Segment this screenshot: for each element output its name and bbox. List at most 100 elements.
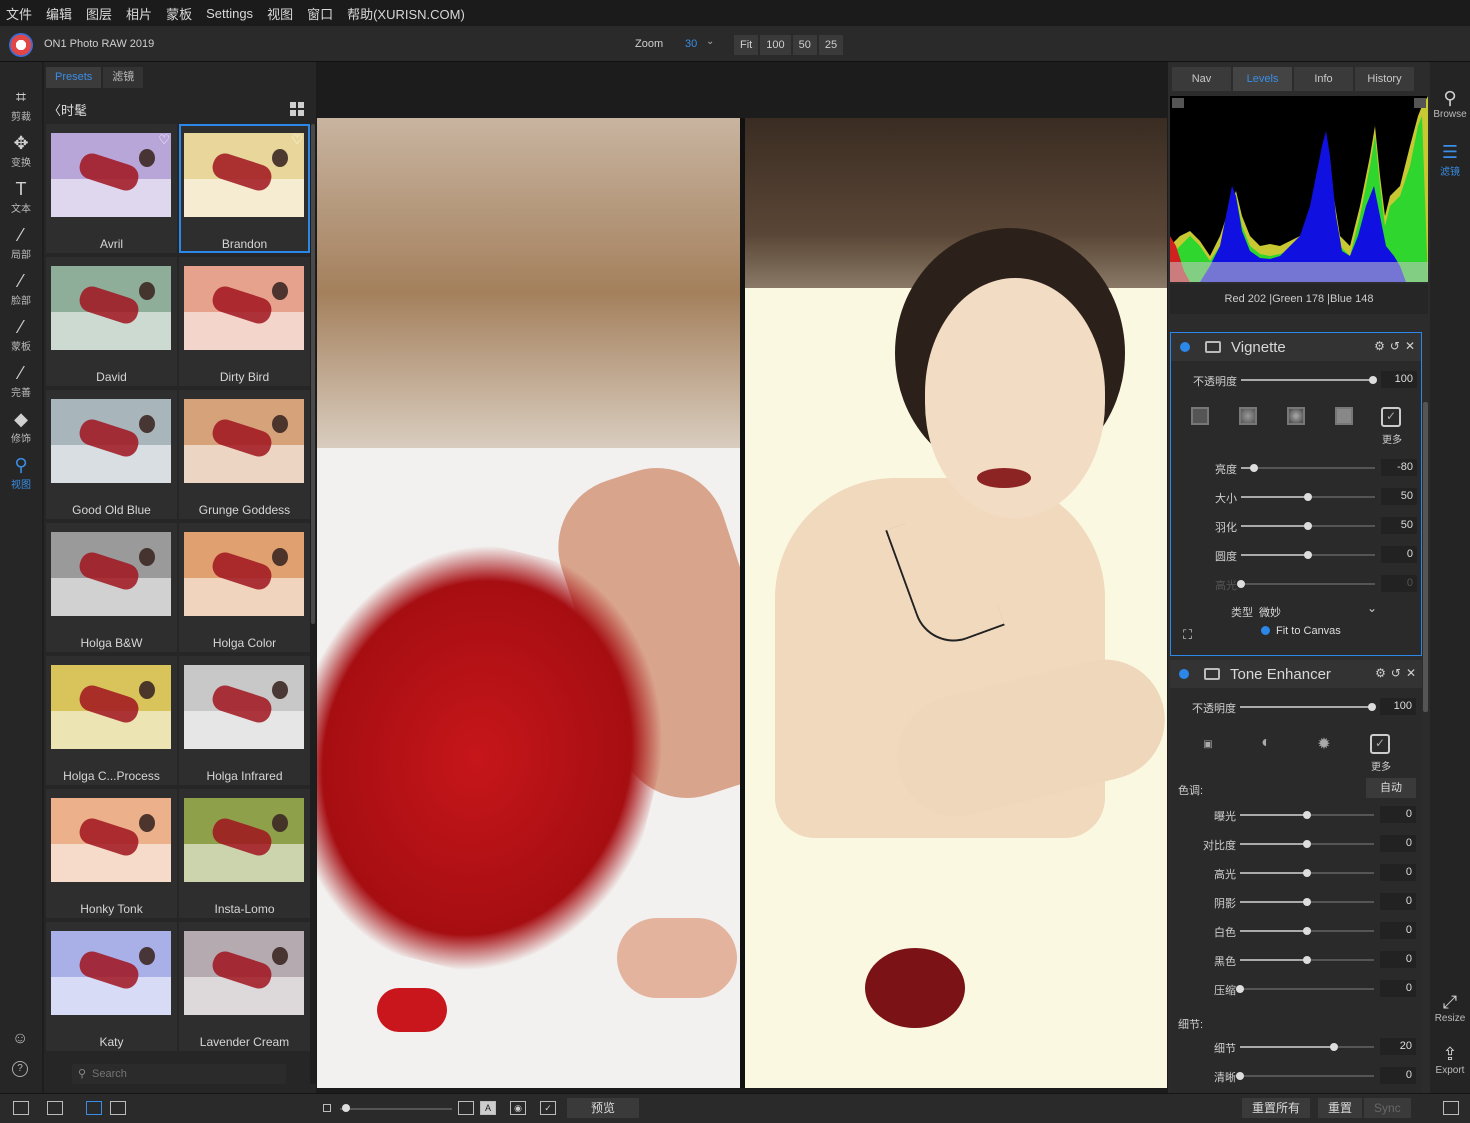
slider-knob[interactable] <box>1304 493 1312 501</box>
auto-camera-icon[interactable]: ▣ <box>1196 734 1220 758</box>
menu-item[interactable]: 视图 <box>267 4 293 23</box>
vignette-type[interactable]: 类型 微妙 ⌄ <box>1171 601 1423 621</box>
slider-track[interactable] <box>1240 840 1374 848</box>
vignette-shape-3-icon[interactable] <box>1287 407 1305 425</box>
menu-item[interactable]: 蒙板 <box>166 4 192 23</box>
preset-thumbnail[interactable]: David <box>46 257 177 386</box>
preset-thumbnail[interactable]: Holga Color <box>179 523 310 652</box>
image-canvas[interactable] <box>316 62 1168 1093</box>
slider-knob[interactable] <box>1236 1072 1244 1080</box>
gear-icon[interactable]: ⚙ <box>1375 666 1386 680</box>
slider-row[interactable]: 压缩 0 <box>1170 978 1422 1000</box>
slider-value[interactable]: 0 <box>1380 922 1416 939</box>
highlight-clip-icon[interactable] <box>1414 98 1426 108</box>
camera-icon[interactable] <box>1205 341 1221 353</box>
compare-icon[interactable]: ✓ <box>540 1101 556 1115</box>
slider-value[interactable]: 0 <box>1380 1067 1416 1084</box>
slider-track[interactable] <box>1236 985 1374 993</box>
slider-row[interactable]: 大小 50 <box>1171 486 1423 508</box>
slider-value[interactable]: 0 <box>1381 546 1417 563</box>
browse-button[interactable]: ⚲ Browse <box>1430 88 1470 120</box>
slider-knob[interactable] <box>1329 1043 1338 1051</box>
slider-track[interactable] <box>1240 1043 1374 1051</box>
filmstrip-icon[interactable] <box>47 1101 63 1115</box>
slider-value[interactable]: 20 <box>1380 1038 1416 1055</box>
slider-value[interactable]: 50 <box>1381 488 1417 505</box>
slider-row[interactable]: 清晰 0 <box>1170 1065 1422 1087</box>
opacity-slider[interactable]: 不透明度 100 <box>1171 369 1423 391</box>
tab-presets[interactable]: Presets <box>46 67 102 88</box>
fit-frame-icon[interactable]: ⛶ <box>1183 627 1192 643</box>
user-icon[interactable]: ☺ <box>12 1030 28 1048</box>
slider-knob[interactable] <box>1303 869 1311 877</box>
slider-knob[interactable] <box>1250 464 1259 472</box>
fit-to-canvas[interactable]: Fit to Canvas <box>1261 625 1341 637</box>
tab-levels[interactable]: Levels <box>1233 67 1292 91</box>
reset-icon[interactable]: ↺ <box>1390 339 1400 353</box>
slider-row[interactable]: 羽化 50 <box>1171 515 1423 537</box>
zoom-value[interactable]: 30 <box>685 38 697 50</box>
reset-icon[interactable]: ↺ <box>1391 666 1401 680</box>
slider-track[interactable] <box>1241 493 1375 501</box>
menu-item[interactable]: 文件 <box>6 4 32 23</box>
slider-row[interactable]: 高光 0 <box>1171 573 1423 595</box>
preview-slider[interactable] <box>340 1108 452 1110</box>
search-input[interactable] <box>92 1066 277 1082</box>
filter-button[interactable]: ☰ 滤镜 <box>1430 142 1470 178</box>
opacity-slider[interactable]: 不透明度 100 <box>1170 696 1422 718</box>
more-icon[interactable]: ✓ <box>1381 407 1401 427</box>
before-image[interactable] <box>317 118 740 1088</box>
slider-value[interactable]: 0 <box>1380 835 1416 852</box>
sun-icon[interactable]: ✹ <box>1312 734 1336 758</box>
favorite-heart-icon[interactable]: ♡ <box>291 132 303 148</box>
preset-thumbnail[interactable]: Holga B&W <box>46 523 177 652</box>
slider-value[interactable]: 0 <box>1380 980 1416 997</box>
reset-button[interactable]: 重置 <box>1318 1098 1363 1118</box>
panel-toggle-icon[interactable] <box>13 1101 29 1115</box>
enable-toggle[interactable] <box>1180 342 1190 352</box>
preset-thumbnail[interactable]: Holga C...Process <box>46 656 177 785</box>
tool-crop[interactable]: ⌗ 剪裁 <box>0 86 42 123</box>
tool-retouch[interactable]: ◆ 修饰 <box>0 408 42 445</box>
slider-row[interactable]: 高光 0 <box>1170 862 1422 884</box>
slider-knob[interactable] <box>1303 927 1311 935</box>
slider-track[interactable] <box>1240 898 1374 906</box>
slider-knob[interactable] <box>1237 580 1245 588</box>
preset-breadcrumb[interactable]: 〈时髦 <box>48 100 87 119</box>
close-icon[interactable]: ✕ <box>1406 666 1416 680</box>
menu-item[interactable]: Settings <box>206 6 253 21</box>
slider-knob[interactable] <box>1236 985 1244 993</box>
slider-value[interactable]: 0 <box>1380 806 1416 823</box>
enable-toggle[interactable] <box>1179 669 1189 679</box>
slider-row[interactable]: 阴影 0 <box>1170 891 1422 913</box>
tab-nav[interactable]: Nav <box>1172 67 1231 91</box>
slider-value[interactable]: 0 <box>1380 864 1416 881</box>
mask-view-icon[interactable]: ◉ <box>510 1101 526 1115</box>
contrast-icon[interactable]: ◐ <box>1254 734 1278 758</box>
menu-item[interactable]: 帮助(XURISN.COM) <box>347 4 465 23</box>
tool-face[interactable]: ⁄ 脸部 <box>0 270 42 307</box>
slider-row[interactable]: 亮度 -80 <box>1171 457 1423 479</box>
preview-slider-knob[interactable] <box>342 1104 350 1112</box>
preset-thumbnail[interactable]: ♡ Brandon <box>179 124 310 253</box>
zoom-preset-button[interactable]: 50 <box>792 35 817 55</box>
preset-thumbnail[interactable]: ♡ Avril <box>46 124 177 253</box>
more-icon[interactable]: ✓ <box>1370 734 1390 754</box>
tool-text[interactable]: T 文本 <box>0 178 42 215</box>
zoom-preset-button[interactable]: 100 <box>760 35 791 55</box>
close-icon[interactable]: ✕ <box>1405 339 1415 353</box>
auto-button[interactable]: 自动 <box>1366 778 1416 798</box>
menu-item[interactable]: 相片 <box>126 4 152 23</box>
slider-row[interactable]: 圆度 0 <box>1171 544 1423 566</box>
slider-track[interactable] <box>1241 522 1375 530</box>
camera-icon[interactable] <box>1204 668 1220 680</box>
menu-item[interactable]: 编辑 <box>46 4 72 23</box>
shadow-clip-icon[interactable] <box>1172 98 1184 108</box>
chevron-down-icon[interactable]: ⌄ <box>706 36 714 47</box>
preset-thumbnail[interactable]: Insta-Lomo <box>179 789 310 918</box>
slider-row[interactable]: 白色 0 <box>1170 920 1422 942</box>
slider-value[interactable]: 0 <box>1380 893 1416 910</box>
gear-icon[interactable]: ⚙ <box>1374 339 1385 353</box>
reset-all-button[interactable]: 重置所有 <box>1242 1098 1311 1118</box>
vignette-shape-4-icon[interactable] <box>1335 407 1353 425</box>
